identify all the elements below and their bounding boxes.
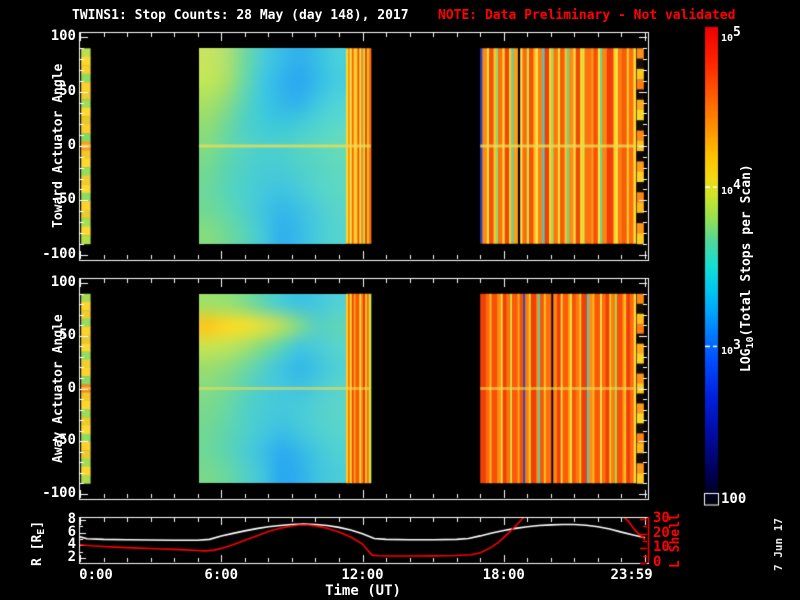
lshell-axis-label: L Shell: [668, 513, 683, 568]
date-stamp: 7 Jun 17: [772, 518, 785, 571]
lshell-tick-label: 10: [653, 539, 670, 556]
colorbar-tick-exponent: 5: [733, 25, 741, 40]
x-tick-label: 6:00: [204, 567, 239, 583]
x-tick-label: 23:59: [610, 567, 653, 583]
lshell-tick-label: 0: [653, 554, 662, 570]
lshell-tick-label: 30: [653, 510, 670, 527]
y-tick-label-toward: 0: [67, 137, 76, 153]
colorbar-tick-exponent: 3: [733, 337, 741, 353]
y-tick-label-away: -100: [42, 484, 76, 501]
colorbar-tick-label: 105: [721, 26, 741, 44]
y-tick-label-toward: 100: [50, 28, 76, 45]
x-tick-label: 0:00: [79, 567, 113, 583]
colorbar-tick-exponent: 4: [733, 178, 741, 194]
colorbar-label-post: (Total Stops per Scan): [739, 164, 754, 337]
colorbar-tick-base: 10: [721, 345, 734, 357]
colorbar-tick-base: 10: [721, 33, 734, 44]
y-tick-label-away: 0: [67, 379, 76, 396]
y-tick-label-away: 50: [59, 326, 76, 343]
x-tick-label: 18:00: [482, 567, 525, 583]
y-tick-label-toward: -100: [42, 245, 76, 262]
colorbar-tick-base: 10: [721, 186, 734, 198]
lshell-tick-label: 20: [653, 524, 670, 541]
y-tick-label-away: 100: [50, 274, 76, 291]
y-tick-label-toward: 50: [59, 82, 76, 99]
time-axis-label: Time (UT): [325, 583, 401, 599]
colorbar-label-pre: LOG: [739, 348, 754, 372]
colorbar-label-sub: 10: [745, 336, 756, 349]
plot-canvas: [0, 0, 800, 600]
y-tick-label-away: -50: [50, 432, 76, 449]
colorbar-tick-label: 104: [721, 179, 741, 197]
twins-plot-page: TWINS1: Stop Counts: 28 May (day 148), 2…: [0, 0, 800, 600]
r-tick-label: 2: [67, 548, 76, 565]
y-tick-label-toward: -50: [50, 191, 76, 208]
colorbar-label: LOG10(Total Stops per Scan): [739, 164, 756, 372]
colorbar-tick-label: 103: [721, 339, 741, 357]
x-tick-label: 12:00: [341, 567, 384, 583]
preliminary-note: NOTE: Data Preliminary - Not validated: [438, 8, 736, 23]
colorbar-tick-label: 100: [721, 491, 747, 507]
page-title: TWINS1: Stop Counts: 28 May (day 148), 2…: [72, 8, 409, 23]
